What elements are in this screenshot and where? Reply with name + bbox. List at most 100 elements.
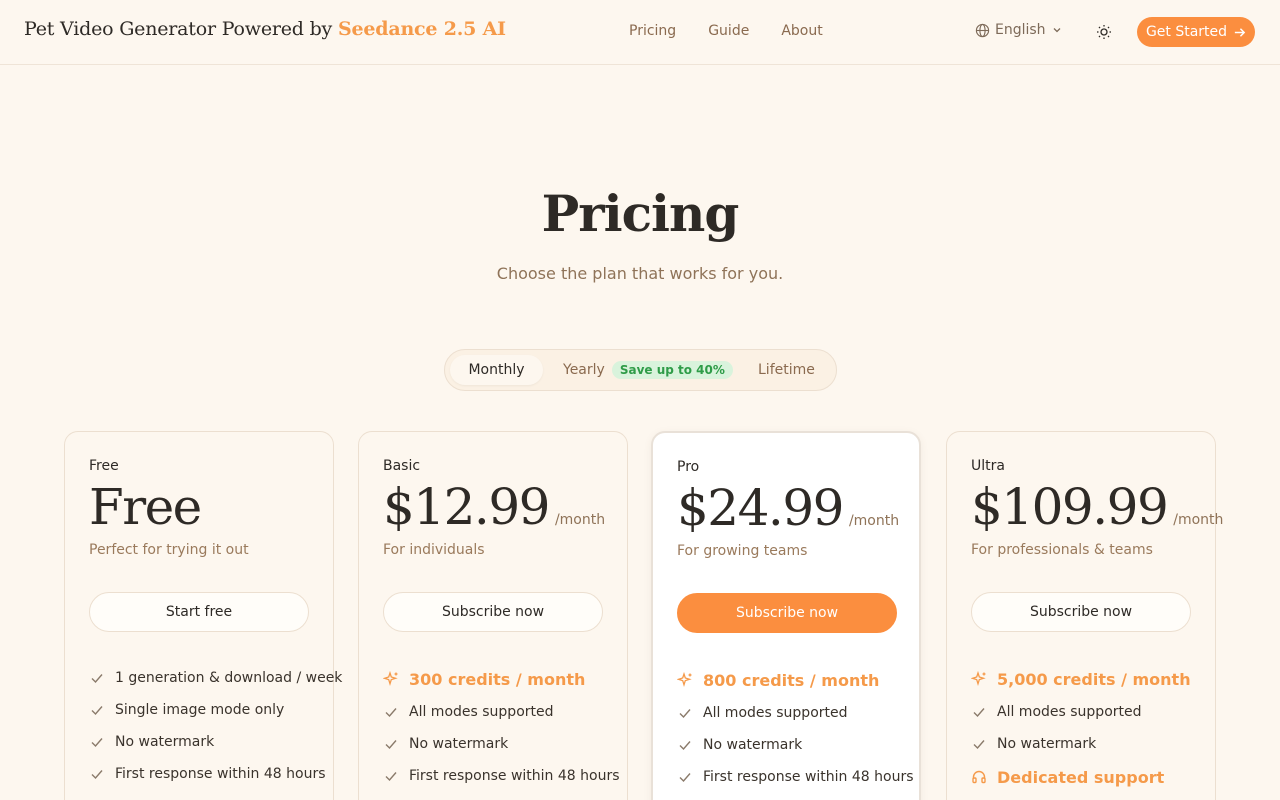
feature-item: All modes supported xyxy=(383,696,620,728)
billing-lifetime-label: Lifetime xyxy=(758,362,815,378)
feature-text: All modes supported xyxy=(703,705,848,721)
headset-icon xyxy=(972,770,986,784)
plan-name: Basic xyxy=(383,458,421,474)
feature-text: First response within 48 hours xyxy=(409,768,620,784)
plan-period: /month xyxy=(848,513,900,529)
feature-text: No watermark xyxy=(703,737,803,753)
feature-item: 300 credits / month xyxy=(383,662,620,696)
plan-name: Pro xyxy=(677,459,700,475)
plan-period: /month xyxy=(554,512,606,528)
billing-yearly-tab[interactable]: Yearly Save up to 40% xyxy=(563,355,733,385)
feature-list: 1 generation & download / week Single im… xyxy=(89,662,342,790)
sparkle-icon xyxy=(383,671,398,686)
plan-price: $109.99 xyxy=(971,478,1169,536)
subscribe-ultra-button[interactable]: Subscribe now xyxy=(971,592,1191,632)
plan-price: Free xyxy=(89,478,202,536)
subscribe-basic-button[interactable]: Subscribe now xyxy=(383,592,603,632)
price-row: $109.99 /month xyxy=(971,478,1223,536)
billing-monthly-tab[interactable]: Monthly xyxy=(450,355,543,385)
plan-description: For professionals & teams xyxy=(971,542,1153,558)
plan-price: $24.99 xyxy=(677,479,844,537)
check-icon xyxy=(973,740,985,750)
feature-item: First response within 48 hours xyxy=(383,760,620,792)
check-icon xyxy=(679,741,691,751)
brand-logo[interactable]: Pet Video Generator Powered by Seedance … xyxy=(24,18,506,40)
feature-item: Single image mode only xyxy=(89,694,342,726)
feature-item: All modes supported xyxy=(971,696,1191,728)
start-free-button[interactable]: Start free xyxy=(89,592,309,632)
chevron-down-icon xyxy=(1053,28,1061,33)
sparkle-icon xyxy=(971,671,986,686)
feature-text: First response within 48 hours xyxy=(703,769,914,785)
main-nav: Pricing Guide About xyxy=(629,23,823,39)
billing-yearly-label: Yearly xyxy=(563,362,605,378)
feature-text: 800 credits / month xyxy=(703,670,880,690)
feature-text: No watermark xyxy=(115,734,215,750)
check-icon xyxy=(973,708,985,718)
plan-period: /month xyxy=(1173,512,1224,528)
get-started-label: Get Started xyxy=(1145,24,1228,40)
feature-item: 5,000 credits / month xyxy=(971,662,1191,696)
feature-item: 800 credits / month xyxy=(677,663,914,697)
language-label: English xyxy=(995,22,1046,38)
arrow-right-icon xyxy=(1234,27,1246,37)
feature-text: Dedicated support xyxy=(997,767,1165,787)
subscribe-pro-button[interactable]: Subscribe now xyxy=(677,593,897,633)
brand-prefix: Pet Video Generator Powered by xyxy=(24,18,333,40)
feature-item: First response within 48 hours xyxy=(89,758,342,790)
feature-item: First response within 48 hours xyxy=(677,761,914,793)
plan-card-ultra: Ultra $109.99 /month For professionals &… xyxy=(946,431,1223,800)
theme-toggle-button[interactable] xyxy=(1095,23,1113,41)
feature-text: No watermark xyxy=(409,736,509,752)
feature-text: Single image mode only xyxy=(115,702,285,718)
plan-name: Free xyxy=(89,458,119,474)
plan-description: Perfect for trying it out xyxy=(89,542,249,558)
billing-toggle: Monthly Yearly Save up to 40% Lifetime xyxy=(444,349,837,391)
feature-item: No watermark xyxy=(383,728,620,760)
nav-about[interactable]: About xyxy=(781,23,822,39)
feature-text: 5,000 credits / month xyxy=(997,669,1191,689)
plan-card-basic: Basic $12.99 /month For individuals Subs… xyxy=(358,431,628,800)
nav-guide[interactable]: Guide xyxy=(708,23,749,39)
feature-list: 800 credits / month All modes supported … xyxy=(677,663,914,793)
feature-text: 1 generation & download / week xyxy=(115,670,343,686)
check-icon xyxy=(385,772,397,782)
feature-list: 300 credits / month All modes supported … xyxy=(383,662,620,792)
feature-text: First response within 48 hours xyxy=(115,766,326,782)
feature-text: No watermark xyxy=(997,736,1097,752)
brand-accent: Seedance 2.5 AI xyxy=(337,18,506,40)
price-row: $12.99 /month xyxy=(383,478,605,536)
price-row: Free xyxy=(89,478,202,536)
check-icon xyxy=(679,773,691,783)
check-icon xyxy=(385,740,397,750)
check-icon xyxy=(385,708,397,718)
plan-card-free: Free Free Perfect for trying it out Star… xyxy=(64,431,342,800)
billing-lifetime-tab[interactable]: Lifetime xyxy=(758,355,815,385)
feature-text: 300 credits / month xyxy=(409,669,586,689)
feature-list: 5,000 credits / month All modes supporte… xyxy=(971,662,1191,794)
check-icon xyxy=(91,738,103,748)
plan-card-pro: Pro $24.99 /month For growing teams Subs… xyxy=(651,431,921,800)
top-header: Pet Video Generator Powered by Seedance … xyxy=(0,0,1280,65)
feature-item: 1 generation & download / week xyxy=(89,662,342,694)
sun-icon xyxy=(1097,25,1111,39)
feature-text: All modes supported xyxy=(997,704,1142,720)
plan-description: For individuals xyxy=(383,542,485,558)
feature-item: All modes supported xyxy=(677,697,914,729)
page-subtitle: Choose the plan that works for you. xyxy=(496,264,784,283)
feature-item: No watermark xyxy=(89,726,342,758)
check-icon xyxy=(91,770,103,780)
save-badge: Save up to 40% xyxy=(611,361,733,379)
feature-item: Dedicated support xyxy=(971,760,1191,794)
get-started-button[interactable]: Get Started xyxy=(1137,17,1255,47)
check-icon xyxy=(91,706,103,716)
feature-text: All modes supported xyxy=(409,704,554,720)
feature-item: No watermark xyxy=(971,728,1191,760)
plan-description: For growing teams xyxy=(677,543,808,559)
page-title: Pricing xyxy=(541,184,740,243)
language-selector[interactable]: English xyxy=(975,22,1063,38)
nav-pricing[interactable]: Pricing xyxy=(629,23,676,39)
plan-price: $12.99 xyxy=(383,478,550,536)
plan-name: Ultra xyxy=(971,458,1005,474)
feature-item: No watermark xyxy=(677,729,914,761)
